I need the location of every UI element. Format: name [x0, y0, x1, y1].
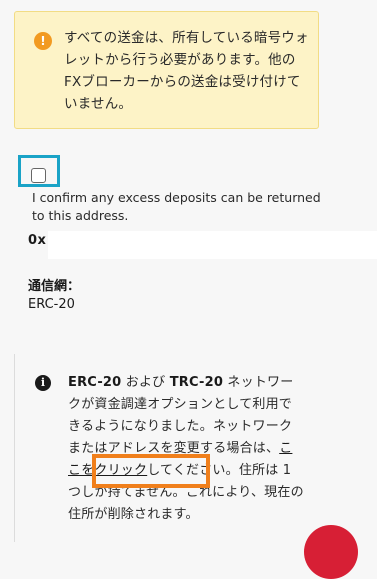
confirm-label: I confirm any excess deposits can be ret…	[32, 190, 321, 223]
wallet-address: 0x	[28, 233, 47, 248]
address-redaction	[48, 231, 377, 259]
info-conjunction: および	[121, 375, 170, 390]
chat-button[interactable]	[304, 525, 358, 579]
info-icon: i	[35, 375, 51, 391]
network-value: ERC-20	[28, 297, 75, 312]
network-label: 通信網：	[28, 279, 81, 294]
confirm-checkbox[interactable]	[31, 168, 46, 183]
network-info-text: ERC-20 および TRC-20 ネットワークが資金調達オプションとして利用で…	[68, 372, 304, 526]
erc20-label: ERC-20	[68, 375, 122, 390]
exclamation-icon: !	[34, 32, 52, 50]
trc20-label: TRC-20	[169, 375, 224, 390]
warning-text: すべての送金は、所有している暗号ウォレットから行う必要があります。他のFXブロー…	[64, 30, 309, 112]
funding-warning-box: ! すべての送金は、所有している暗号ウォレットから行う必要があります。他のFXブ…	[14, 11, 319, 129]
